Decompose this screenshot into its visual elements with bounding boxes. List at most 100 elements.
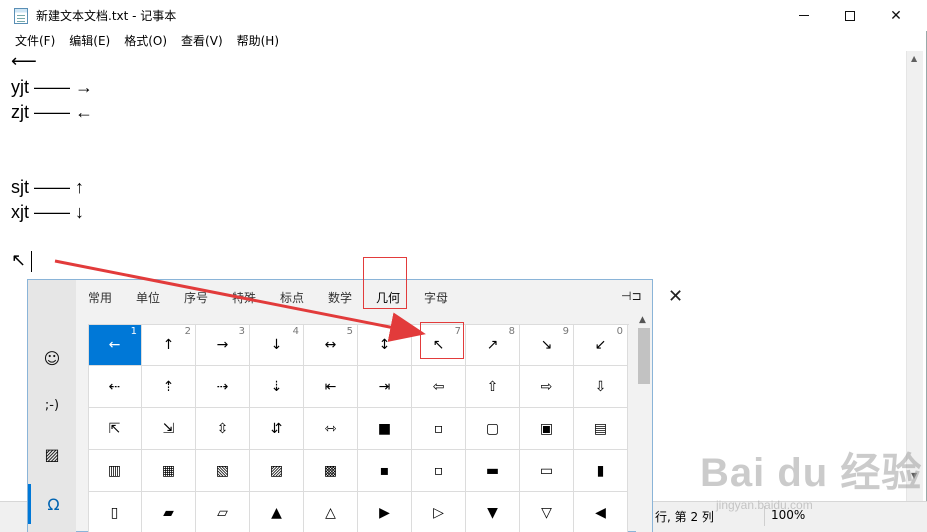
tab-common[interactable]: 常用 <box>88 289 112 306</box>
minimize-icon <box>799 15 809 16</box>
symbol-cell[interactable]: ▩ <box>304 450 358 492</box>
side-symbols[interactable]: Ω <box>28 484 76 524</box>
symbol-cell[interactable]: △ <box>304 492 358 532</box>
symbol-cell[interactable]: ▲ <box>250 492 304 532</box>
close-button[interactable]: ✕ <box>873 0 919 31</box>
symbol-glyph: ▽ <box>541 504 552 521</box>
editor-line: ⟵ <box>11 51 37 71</box>
symbol-cell[interactable]: ⇦ <box>412 366 466 408</box>
symbol-cell[interactable]: ↑ 2 <box>142 324 196 366</box>
symbol-cell[interactable]: ↔ 5 <box>304 324 358 366</box>
symbol-cell[interactable]: ◀ <box>574 492 628 532</box>
minimize-button[interactable] <box>781 0 827 31</box>
symbol-cell[interactable]: ▭ <box>520 450 574 492</box>
symbol-cell[interactable]: ⇠ <box>88 366 142 408</box>
symbol-glyph: ↘ <box>540 336 553 353</box>
pin-icon[interactable]: ⊣⊐ <box>621 289 642 303</box>
symbol-cell[interactable]: ▪ <box>358 450 412 492</box>
symbol-cell[interactable]: ⇣ <box>250 366 304 408</box>
symbol-cell[interactable]: ← 1 <box>88 324 142 366</box>
symbol-cell[interactable]: ▫ <box>412 450 466 492</box>
symbol-glyph: ▩ <box>323 462 338 479</box>
symbol-glyph: ↙ <box>594 336 607 353</box>
symbol-glyph: ▧ <box>215 462 230 479</box>
symbol-cell[interactable]: ⇤ <box>304 366 358 408</box>
menu-format[interactable]: 格式(O) <box>117 31 174 51</box>
symbol-glyph: ▨ <box>269 462 284 479</box>
menu-help[interactable]: 帮助(H) <box>230 31 286 51</box>
symbol-cell[interactable]: ▼ <box>466 492 520 532</box>
symbol-glyph: ⇿ <box>324 420 337 437</box>
title-bar[interactable]: 新建文本文档.txt - 记事本 ✕ <box>0 0 927 31</box>
symbol-cell[interactable]: ■ <box>358 408 412 450</box>
editor-vertical-scrollbar[interactable]: ▲ ▼ <box>906 51 923 501</box>
tab-punctuation[interactable]: 标点 <box>280 289 304 306</box>
symbol-cell[interactable]: ▱ <box>196 492 250 532</box>
menu-file[interactable]: 文件(F) <box>8 31 62 51</box>
scroll-thumb[interactable] <box>638 328 650 384</box>
symbol-cell[interactable]: ▰ <box>142 492 196 532</box>
symbol-cell[interactable]: ⇩ <box>574 366 628 408</box>
symbol-cell[interactable]: ⇵ <box>250 408 304 450</box>
shortcut-number: 6 <box>400 326 407 337</box>
symbol-cell[interactable]: ↓ 4 <box>250 324 304 366</box>
editor-line: xjt —— ↓ <box>11 202 85 222</box>
symbol-cell[interactable]: ⇳ <box>196 408 250 450</box>
maximize-button[interactable] <box>827 0 873 31</box>
menu-view[interactable]: 查看(V) <box>174 31 230 51</box>
symbol-glyph: ▲ <box>271 504 282 521</box>
symbol-cell[interactable]: ⇡ <box>142 366 196 408</box>
symbol-cell[interactable]: ▬ <box>466 450 520 492</box>
symbol-cell[interactable]: ↙ 0 <box>574 324 628 366</box>
symbol-cell[interactable]: ⇲ <box>142 408 196 450</box>
symbol-cell[interactable]: ↘ 9 <box>520 324 574 366</box>
symbol-cell[interactable]: ▦ <box>142 450 196 492</box>
symbol-cell[interactable]: ▨ <box>250 450 304 492</box>
symbol-cell[interactable]: ▧ <box>196 450 250 492</box>
symbol-cell[interactable]: ▮ <box>574 450 628 492</box>
symbol-cell[interactable]: ⇱ <box>88 408 142 450</box>
panel-scrollbar[interactable]: ▲ <box>636 314 652 532</box>
shortcut-number: 5 <box>346 326 353 337</box>
symbol-cell[interactable]: ▯ <box>88 492 142 532</box>
symbol-cell[interactable]: ▫ <box>412 408 466 450</box>
symbol-cell[interactable]: ⇨ <box>520 366 574 408</box>
symbol-cell[interactable]: ▥ <box>88 450 142 492</box>
symbol-cell[interactable]: ⇧ <box>466 366 520 408</box>
side-kaomoji[interactable]: ;-) <box>28 385 76 425</box>
symbol-cell[interactable]: ↕ 6 <box>358 324 412 366</box>
editor-line: sjt —— ↑ <box>11 177 85 197</box>
tab-letters[interactable]: 字母 <box>424 289 448 306</box>
scroll-up-icon[interactable]: ▲ <box>911 54 917 63</box>
tab-numbering[interactable]: 序号 <box>184 289 208 306</box>
symbol-cell[interactable]: ⇢ <box>196 366 250 408</box>
tab-special[interactable]: 特殊 <box>232 289 256 306</box>
symbol-cell[interactable]: ▤ <box>574 408 628 450</box>
side-gif[interactable]: ▨ <box>28 434 76 474</box>
symbol-cell[interactable]: ▢ <box>466 408 520 450</box>
symbol-cell[interactable]: ▽ <box>520 492 574 532</box>
window-title: 新建文本文档.txt - 记事本 <box>36 9 177 23</box>
side-emoji[interactable]: ☺ <box>28 338 76 378</box>
shortcut-number: 8 <box>508 326 515 337</box>
shortcut-number: 3 <box>238 326 245 337</box>
editor-line: zjt —— ← <box>11 102 94 122</box>
symbol-cell[interactable]: → 3 <box>196 324 250 366</box>
annotation-tab-highlight <box>363 257 407 309</box>
shortcut-number: 0 <box>616 326 623 337</box>
tab-units[interactable]: 单位 <box>136 289 160 306</box>
symbol-glyph: ⇵ <box>270 420 283 437</box>
symbol-cell[interactable]: ⇿ <box>304 408 358 450</box>
notepad-app-icon <box>14 8 28 24</box>
symbol-cell[interactable]: ⇥ <box>358 366 412 408</box>
scroll-up-icon[interactable]: ▲ <box>639 315 646 325</box>
panel-close-icon[interactable]: ✕ <box>668 286 683 307</box>
symbol-cell[interactable]: ▣ <box>520 408 574 450</box>
symbol-glyph: ⇦ <box>432 378 445 395</box>
menu-edit[interactable]: 编辑(E) <box>62 31 117 51</box>
symbol-cell[interactable]: ▷ <box>412 492 466 532</box>
maximize-icon <box>845 10 855 21</box>
symbol-cell[interactable]: ▶ <box>358 492 412 532</box>
tab-math[interactable]: 数学 <box>328 289 352 306</box>
symbol-cell[interactable]: ↗ 8 <box>466 324 520 366</box>
